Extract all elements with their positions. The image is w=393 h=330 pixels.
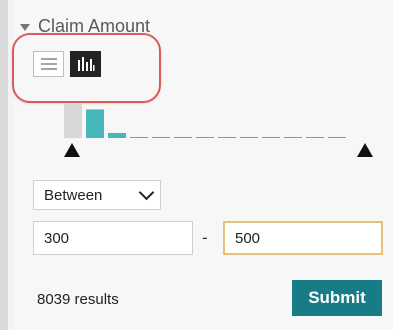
- histogram-bar: [240, 137, 258, 138]
- min-value-input[interactable]: 300: [33, 221, 193, 255]
- list-view-icon: [40, 58, 57, 70]
- histogram-bar: [284, 137, 302, 138]
- range-inputs: 300 - 500: [33, 221, 383, 255]
- histogram-bar: [86, 109, 104, 138]
- view-toggle-group: [33, 51, 101, 77]
- histogram-chart[interactable]: [30, 93, 386, 165]
- range-separator: -: [202, 228, 208, 247]
- histogram-view-button[interactable]: [70, 51, 101, 77]
- histogram-bars: [64, 103, 346, 138]
- left-range-handle-icon[interactable]: [64, 143, 80, 157]
- range-operator-select[interactable]: Between: [33, 180, 161, 210]
- histogram-bar: [218, 137, 236, 138]
- histogram-bar: [196, 137, 214, 138]
- collapse-caret-icon[interactable]: [20, 23, 30, 31]
- max-value-input[interactable]: 500: [223, 221, 383, 255]
- histogram-bar: [130, 137, 148, 138]
- histogram-view-icon: [77, 57, 94, 71]
- left-rail: [0, 0, 8, 330]
- results-count: 8039 results: [37, 291, 119, 308]
- list-view-button[interactable]: [33, 51, 64, 77]
- histogram-bar: [328, 137, 346, 138]
- histogram-bar: [108, 132, 126, 138]
- range-operator-value: Between: [44, 186, 103, 204]
- max-value-text: 500: [235, 229, 261, 247]
- filter-screen: Claim Amount Between 300 - 500 8039 resu…: [0, 0, 393, 330]
- histogram-bar: [174, 137, 192, 138]
- chevron-down-icon: [138, 184, 155, 201]
- right-range-handle-icon[interactable]: [357, 143, 373, 157]
- histogram-bar: [262, 137, 280, 138]
- histogram-bar: [64, 103, 82, 138]
- submit-button[interactable]: Submit: [292, 280, 382, 316]
- min-value-text: 300: [44, 229, 70, 247]
- histogram-bar: [152, 137, 170, 138]
- histogram-svg: [64, 103, 373, 157]
- histogram-bar: [306, 137, 324, 138]
